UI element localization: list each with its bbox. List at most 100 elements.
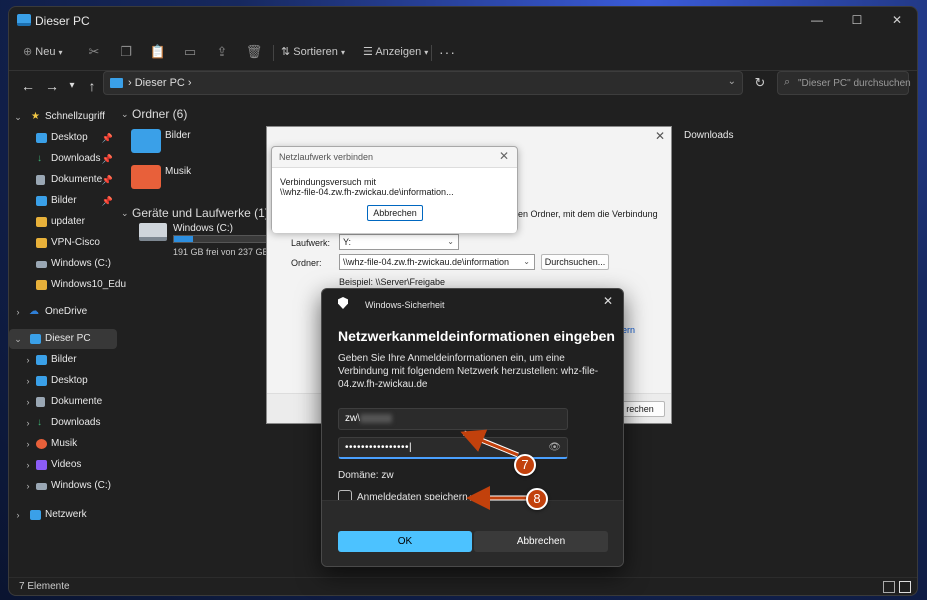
folder-icon <box>36 217 47 227</box>
connecting-dialog-title: Netzlaufwerk verbinden <box>279 152 374 162</box>
this-pc-icon <box>30 334 41 344</box>
view-label: Anzeigen <box>375 46 422 58</box>
step-7-badge: 7 <box>514 454 536 476</box>
chevron-right-icon[interactable]: › <box>23 392 33 412</box>
credentials-description: Geben Sie Ihre Anmeldeinformationen ein,… <box>338 353 599 390</box>
share-icon[interactable]: ⇪ <box>211 41 233 63</box>
sidebar-item-pc-desktop[interactable]: › Desktop <box>9 371 117 391</box>
drive-free-space: 191 GB frei von 237 GB <box>173 247 269 257</box>
chevron-right-icon[interactable]: › <box>23 455 33 475</box>
breadcrumb[interactable]: › Dieser PC › <box>128 77 192 89</box>
search-placeholder: "Dieser PC" durchsuchen <box>798 78 911 89</box>
sidebar-item-windows10-edu[interactable]: Windows10_Edu <box>9 275 126 295</box>
refresh-icon[interactable]: ↻ <box>749 71 771 95</box>
copy-icon[interactable]: ❐ <box>115 41 137 63</box>
chevron-down-icon[interactable]: ⌄ <box>13 329 23 349</box>
sidebar-item-pc-music[interactable]: › Musik <box>9 434 117 454</box>
up-arrow-icon[interactable]: ↑ <box>81 75 103 97</box>
document-icon <box>36 397 45 407</box>
chevron-right-icon[interactable]: › <box>23 434 33 454</box>
chevron-down-icon[interactable]: ⌄ <box>13 107 23 127</box>
password-input[interactable]: ••••••••••••••••| 👁 <box>338 437 568 459</box>
new-label: Neu <box>35 46 56 58</box>
sidebar-item-pc-videos[interactable]: › Videos <box>9 455 117 475</box>
folder-label: Ordner: <box>291 258 322 268</box>
download-icon: ↓ <box>37 153 42 164</box>
sidebar-item-onedrive[interactable]: › ☁ OneDrive <box>9 302 117 322</box>
sidebar-item-label: Bilder <box>51 195 77 206</box>
view-button[interactable]: ☰ Anzeigen ▾ <box>363 41 428 63</box>
back-arrow-icon[interactable]: ← <box>17 75 39 97</box>
sidebar-item-pictures[interactable]: Bilder 📌 <box>9 191 117 211</box>
sidebar-item-windows-c[interactable]: Windows (C:) <box>9 254 117 274</box>
sidebar-item-desktop[interactable]: Desktop 📌 <box>9 128 117 148</box>
delete-icon[interactable]: 🗑 <box>243 41 265 63</box>
close-icon[interactable]: ✕ <box>655 129 665 143</box>
close-icon[interactable]: ✕ <box>499 149 509 163</box>
sidebar-item-label: Musik <box>51 438 78 449</box>
ok-button[interactable]: OK <box>338 531 472 552</box>
sidebar-item-label: Bilder <box>51 354 77 365</box>
chevron-right-icon[interactable]: › <box>23 350 33 370</box>
reveal-password-icon[interactable]: 👁 <box>548 438 561 458</box>
sidebar-item-quick-access[interactable]: ⌄ ★ Schnellzugriff <box>9 107 117 127</box>
close-icon[interactable]: ✕ <box>603 294 613 308</box>
chevron-down-icon[interactable]: ⌄ <box>728 76 736 87</box>
more-options-button[interactable]: ··· <box>439 41 456 63</box>
sort-button[interactable]: ⇅ Sortieren ▾ <box>281 41 345 63</box>
sidebar-item-pc-documents[interactable]: › Dokumente <box>9 392 117 412</box>
chevron-right-icon[interactable]: › <box>23 371 33 391</box>
sidebar-item-vpn-cisco[interactable]: VPN-Cisco <box>9 233 117 253</box>
drive-icon <box>36 261 47 268</box>
rename-icon[interactable]: ▭ <box>179 41 201 63</box>
forward-arrow-icon[interactable]: → <box>41 75 63 97</box>
sidebar-item-this-pc[interactable]: ⌄ Dieser PC <box>9 329 117 349</box>
paste-icon[interactable]: 📋 <box>147 41 169 63</box>
chevron-down-icon[interactable]: ⌄ <box>121 208 129 219</box>
details-view-icon[interactable] <box>883 581 895 593</box>
chevron-right-icon[interactable]: › <box>13 505 23 525</box>
sidebar-item-pc-windows-c[interactable]: › Windows (C:) <box>9 476 117 496</box>
drive-letter-select[interactable]: Y: ⌄ <box>339 234 459 250</box>
connecting-path: \\whz-file-04.zw.fh-zwickau.de\informati… <box>280 187 454 197</box>
sidebar-item-label: Videos <box>51 459 82 470</box>
sidebar-item-pc-pictures[interactable]: › Bilder <box>9 350 117 370</box>
new-button[interactable]: ⊕ Neu ▾ <box>23 41 63 63</box>
sidebar-item-label: Downloads <box>51 153 101 164</box>
recent-chevron-icon[interactable]: ▾ <box>61 75 83 97</box>
sidebar-item-label: Windows10_Edu <box>51 279 127 290</box>
toolbar-separator <box>273 45 274 61</box>
username-input[interactable]: zw\ <box>338 408 568 430</box>
step-8-badge: 8 <box>526 488 548 510</box>
tiles-view-icon[interactable] <box>899 581 911 593</box>
navigation-pane: ⌄ ★ Schnellzugriff Desktop 📌 ↓ Downloads… <box>9 105 126 579</box>
chevron-down-icon[interactable]: ⌄ <box>121 109 129 120</box>
sidebar-item-downloads[interactable]: ↓ Downloads 📌 <box>9 149 117 169</box>
password-value: •••••••••••••••• <box>345 442 410 453</box>
sidebar-item-pc-downloads[interactable]: › ↓ Downloads <box>9 413 117 433</box>
cut-icon[interactable]: ✂ <box>83 41 105 63</box>
minimize-button[interactable]: — <box>797 9 837 31</box>
command-bar: ⊕ Neu ▾ ✂ ❐ 📋 ▭ ⇪ 🗑 ⇅ Sortieren ▾ ☰ Anze… <box>9 33 917 71</box>
folder-path-combobox[interactable]: \\whz-file-04.zw.fh-zwickau.de\informati… <box>339 254 535 270</box>
search-box[interactable]: ⌕ "Dieser PC" durchsuchen <box>777 71 911 95</box>
maximize-button[interactable]: ☐ <box>837 9 877 31</box>
sidebar-item-network[interactable]: › Netzwerk <box>9 505 117 525</box>
drives-section-header[interactable]: Geräte und Laufwerke (1) <box>132 206 269 220</box>
browse-button[interactable]: Durchsuchen... <box>541 254 609 270</box>
folders-section-header[interactable]: Ordner (6) <box>132 107 187 121</box>
breadcrumb-item: Dieser PC <box>134 77 185 89</box>
connecting-cancel-button[interactable]: Abbrechen <box>367 205 423 221</box>
chevron-right-icon[interactable]: › <box>23 413 33 433</box>
network-icon <box>30 510 41 520</box>
sidebar-item-updater[interactable]: updater <box>9 212 117 232</box>
redacted-username <box>360 413 392 423</box>
sidebar-item-label: Desktop <box>51 375 88 386</box>
cancel-button[interactable]: Abbrechen <box>474 531 608 552</box>
sidebar-item-label: Dieser PC <box>45 333 91 344</box>
chevron-right-icon[interactable]: › <box>23 476 33 496</box>
close-button[interactable]: ✕ <box>877 9 917 31</box>
chevron-right-icon[interactable]: › <box>13 302 23 322</box>
address-bar[interactable]: › Dieser PC › ⌄ <box>103 71 743 95</box>
sidebar-item-documents[interactable]: Dokumente 📌 <box>9 170 117 190</box>
